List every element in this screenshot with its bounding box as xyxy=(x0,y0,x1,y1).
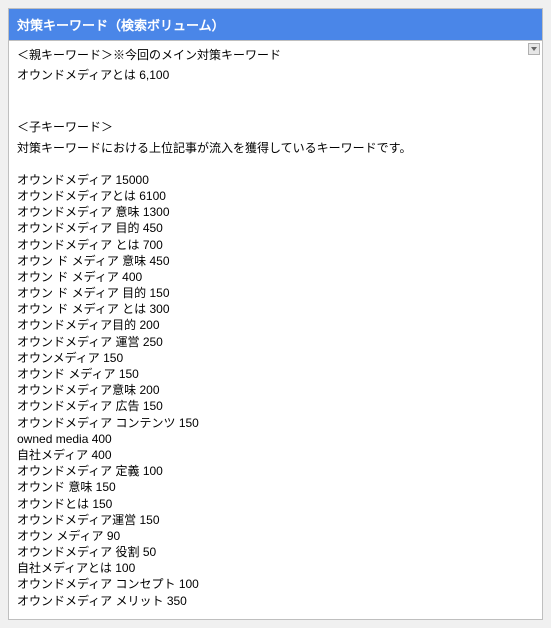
list-item: オウン ド メディア 400 xyxy=(17,269,534,285)
list-item: オウンドメディアとは 6100 xyxy=(17,188,534,204)
list-item: 自社メディア 400 xyxy=(17,447,534,463)
list-item: オウン ド メディア とは 300 xyxy=(17,301,534,317)
parent-keyword-heading: ＜親キーワード＞※今回のメイン対策キーワード xyxy=(17,47,534,63)
child-keyword-list: オウンドメディア 15000オウンドメディアとは 6100オウンドメディア 意味… xyxy=(17,172,534,609)
list-item: オウン ド メディア 意味 450 xyxy=(17,253,534,269)
list-item: オウンドメディア目的 200 xyxy=(17,317,534,333)
list-item: オウンドメディア コンセプト 100 xyxy=(17,576,534,592)
child-keyword-heading: ＜子キーワード＞ xyxy=(17,119,534,135)
dropdown-toggle-button[interactable] xyxy=(528,43,540,55)
child-keyword-description: 対策キーワードにおける上位記事が流入を獲得しているキーワードです。 xyxy=(17,140,534,156)
list-item: オウンドメディア メリット 350 xyxy=(17,593,534,609)
list-item: オウンドメディア 定義 100 xyxy=(17,463,534,479)
list-item: オウンドメディア 広告 150 xyxy=(17,398,534,414)
parent-keyword-entry: オウンドメディアとは 6,100 xyxy=(17,67,534,83)
list-item: オウンド メディア 150 xyxy=(17,366,534,382)
list-item: オウンドメディア 15000 xyxy=(17,172,534,188)
list-item: オウンド 意味 150 xyxy=(17,479,534,495)
spacer xyxy=(17,87,534,119)
list-item: owned media 400 xyxy=(17,431,534,447)
list-item: オウンドメディア意味 200 xyxy=(17,382,534,398)
list-item: 自社メディアとは 100 xyxy=(17,560,534,576)
list-item: オウンドとは 150 xyxy=(17,496,534,512)
spacer xyxy=(17,160,534,172)
list-item: オウンドメディア 意味 1300 xyxy=(17,204,534,220)
list-item: オウンドメディア運営 150 xyxy=(17,512,534,528)
panel-body: ＜親キーワード＞※今回のメイン対策キーワード オウンドメディアとは 6,100 … xyxy=(9,41,542,619)
list-item: オウンドメディア 役割 50 xyxy=(17,544,534,560)
list-item: オウンドメディア とは 700 xyxy=(17,237,534,253)
chevron-down-icon xyxy=(531,47,537,51)
list-item: オウンドメディア 目的 450 xyxy=(17,220,534,236)
list-item: オウンメディア 150 xyxy=(17,350,534,366)
list-item: オウンドメディア 運営 250 xyxy=(17,334,534,350)
panel-header: 対策キーワード（検索ボリューム） xyxy=(9,9,542,41)
panel-title: 対策キーワード（検索ボリューム） xyxy=(17,18,225,33)
list-item: オウンドメディア コンテンツ 150 xyxy=(17,415,534,431)
list-item: オウン ド メディア 目的 150 xyxy=(17,285,534,301)
panel-body-wrap: ＜親キーワード＞※今回のメイン対策キーワード オウンドメディアとは 6,100 … xyxy=(9,41,542,619)
keyword-panel: 対策キーワード（検索ボリューム） ＜親キーワード＞※今回のメイン対策キーワード … xyxy=(8,8,543,620)
list-item: オウン メディア 90 xyxy=(17,528,534,544)
